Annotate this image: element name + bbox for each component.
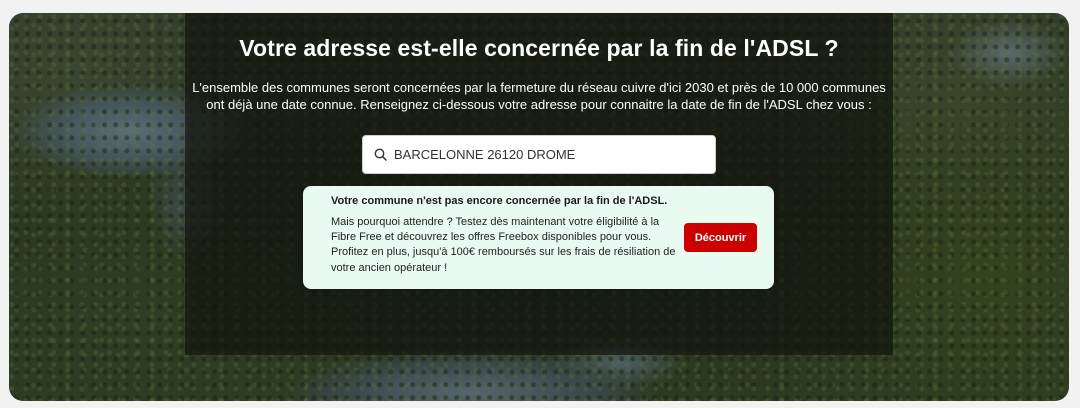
result-body-line: Profitez en plus, jusqu'à 100€ remboursé…	[331, 246, 676, 259]
discover-button[interactable]: Découvrir	[684, 223, 757, 252]
result-body-line: Fibre Free et découvrez les offres Freeb…	[331, 231, 652, 244]
result-body: Mais pourquoi attendre ? Testez dès main…	[331, 215, 681, 276]
page-title: Votre adresse est-elle concernée par la …	[239, 35, 839, 61]
search-value: BARCELONNE 26120 DROME	[394, 147, 576, 162]
intro-text: L'ensemble des communes seront concernée…	[159, 79, 919, 113]
intro-line-1: L'ensemble des communes seront concernée…	[192, 80, 886, 95]
result-body-line: Mais pourquoi attendre ? Testez dès main…	[331, 216, 660, 228]
address-search-input[interactable]: BARCELONNE 26120 DROME	[362, 135, 716, 174]
intro-line-2: ont déjà une date connue. Renseignez ci-…	[206, 97, 872, 112]
result-title: Votre commune n'est pas encore concernée…	[331, 195, 668, 207]
search-icon	[374, 148, 388, 162]
result-card: Votre commune n'est pas encore concernée…	[303, 186, 774, 289]
hero-banner: Votre adresse est-elle concernée par la …	[9, 13, 1069, 401]
result-body-line: votre ancien opérateur !	[331, 261, 448, 274]
hero-overlay	[185, 13, 893, 355]
